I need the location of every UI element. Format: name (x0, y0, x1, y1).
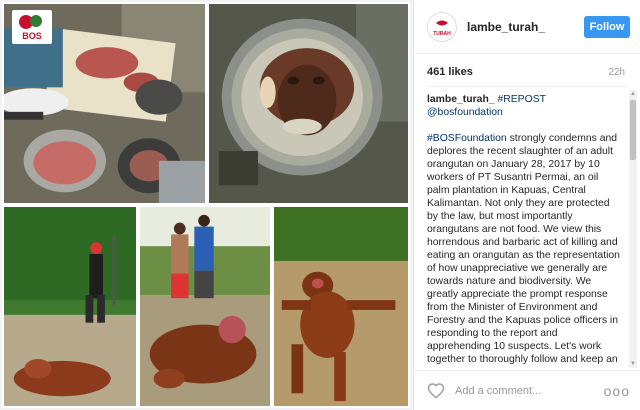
follow-button[interactable]: Follow (584, 15, 630, 38)
scroll-down-icon[interactable]: ▼ (629, 360, 637, 368)
post-caption: lambe_turah_ #REPOST @bosfoundation #BOS… (427, 93, 622, 368)
photo-man-with-carcass (2, 205, 138, 408)
photo-butchering-table: BOS (2, 2, 207, 205)
more-options-icon[interactable]: ooo (604, 383, 630, 399)
scroll-up-icon[interactable]: ▲ (629, 90, 637, 98)
heart-icon[interactable] (427, 382, 445, 400)
bos-logo: BOS (12, 10, 52, 44)
post-header: TURAH lambe_turah_ Follow (415, 0, 640, 54)
caption-scrollbar[interactable]: ▲ ▼ (629, 90, 637, 368)
avatar[interactable]: TURAH (427, 11, 457, 42)
caption-hashtag[interactable]: #BOSFoundation (427, 133, 507, 144)
caption-username[interactable]: lambe_turah_ (427, 94, 495, 105)
divider (427, 86, 627, 87)
photo-two-men-with-carcass (138, 205, 272, 408)
post-image-collage[interactable]: BOS (0, 0, 414, 410)
post-sidebar: TURAH lambe_turah_ Follow 461 likes 22h … (415, 0, 640, 410)
caption-repost-tag[interactable]: #REPOST (497, 94, 546, 105)
likes-row: 461 likes 22h (427, 64, 625, 80)
svg-text:TURAH: TURAH (433, 31, 451, 37)
caption-mention[interactable]: @bosfoundation (427, 107, 503, 118)
comment-input[interactable] (455, 384, 604, 397)
post-timestamp[interactable]: 22h (608, 67, 625, 78)
svg-text:BOS: BOS (22, 31, 42, 41)
photo-orangutan-head-in-pot (207, 2, 410, 205)
likes-count[interactable]: 461 likes (427, 66, 473, 78)
caption-body: strongly condemns and deplores the recen… (427, 133, 620, 368)
comment-bar: ooo (415, 370, 640, 410)
photo-orangutan-carcass (272, 205, 410, 408)
scroll-thumb[interactable] (630, 100, 636, 160)
post-username[interactable]: lambe_turah_ (467, 20, 584, 34)
